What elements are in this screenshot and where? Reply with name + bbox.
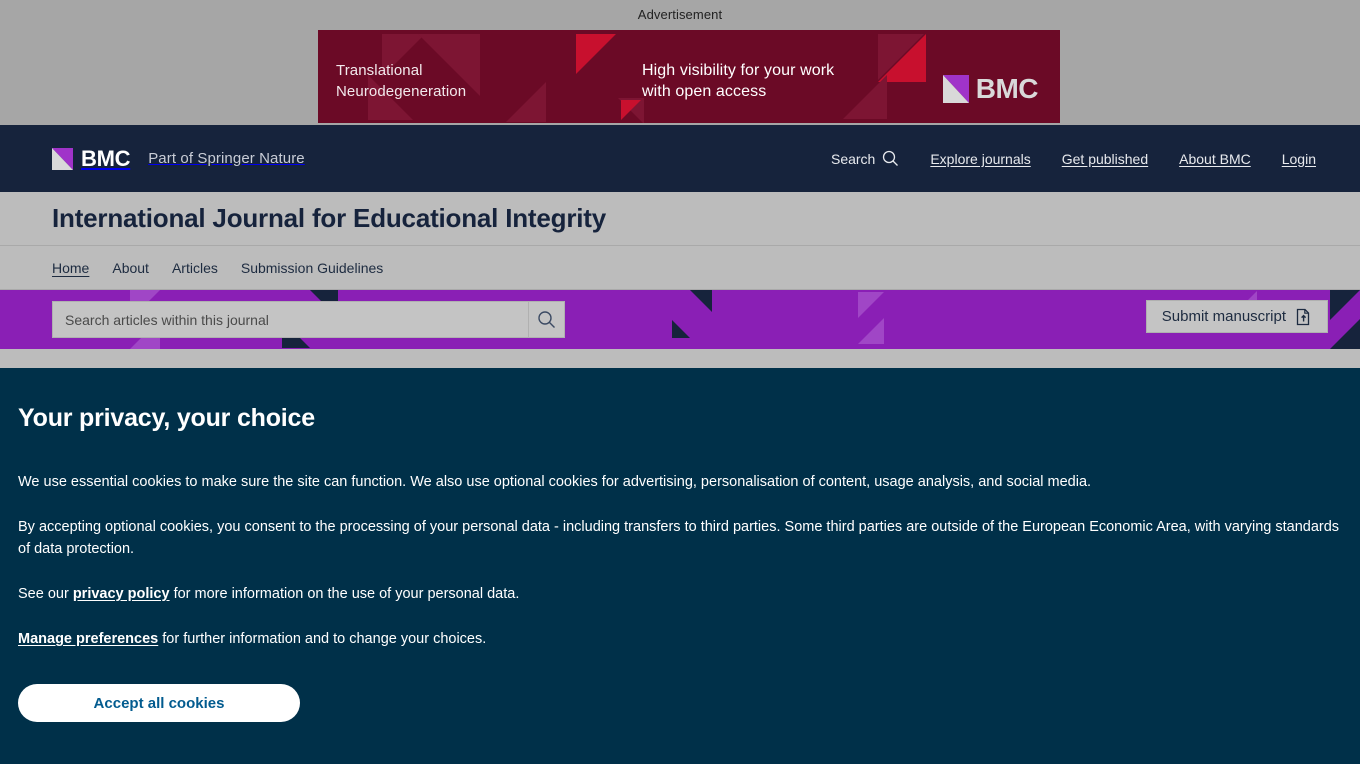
main-nav-links: Search Explore journals Get published Ab… (831, 150, 1316, 167)
ad-journal-name-line2: Neurodegeneration (336, 83, 467, 100)
journal-nav-item-home[interactable]: Home (52, 260, 89, 276)
ad-tagline-line2: with open access (642, 83, 767, 100)
ad-tagline-line1: High visibility for your work (642, 62, 835, 79)
search-submit-button[interactable] (529, 301, 565, 338)
ad-journal-name: Translational Neurodegeneration (336, 60, 466, 102)
band-decor-triangle (672, 320, 690, 338)
nav-link-about-bmc[interactable]: About BMC (1179, 151, 1251, 167)
advertisement-label: Advertisement (637, 7, 723, 22)
bmc-logo-mark-icon (52, 147, 73, 170)
band-decor-triangle (1330, 319, 1360, 349)
band-decor-triangle (858, 292, 884, 318)
ad-decor-triangle (576, 34, 616, 74)
external-link-document-icon (1296, 308, 1310, 325)
cookie-consent-banner: Your privacy, your choice We use essenti… (0, 368, 1360, 764)
journal-title[interactable]: International Journal for Educational In… (52, 203, 606, 234)
privacy-prefix-text: See our (18, 586, 73, 602)
ad-journal-name-line1: Translational (336, 62, 423, 79)
ad-decor-triangle (621, 100, 641, 120)
advertisement-banner[interactable]: Translational Neurodegeneration High vis… (318, 30, 1060, 123)
privacy-suffix-text: for more information on the use of your … (169, 586, 520, 602)
ad-decor-triangle (506, 82, 546, 122)
main-navigation-bar: BMC Part of Springer Nature Search Explo… (0, 125, 1360, 192)
cookie-banner-paragraph-1: We use essential cookies to make sure th… (18, 474, 1092, 490)
privacy-policy-link[interactable]: privacy policy (73, 586, 170, 602)
bmc-wordmark: BMC (81, 145, 131, 171)
journal-nav-item-submission-guidelines[interactable]: Submission Guidelines (241, 260, 383, 276)
ad-decor-triangle (843, 75, 887, 119)
springer-nature-tagline: Part of Springer Nature (148, 150, 305, 167)
journal-search-form (52, 301, 565, 338)
journal-title-bar: International Journal for Educational In… (0, 192, 1360, 246)
search-icon (883, 150, 899, 166)
journal-nav-item-articles[interactable]: Articles (172, 260, 218, 276)
search-toggle-button[interactable]: Search (831, 150, 899, 167)
journal-nav-item-about[interactable]: About (112, 260, 149, 276)
manage-preferences-link[interactable]: Manage preferences (18, 631, 158, 647)
journal-search-band: Submit manuscript (0, 290, 1360, 349)
search-icon (538, 311, 555, 328)
content-gap-strip (0, 349, 1360, 368)
band-decor-triangle (690, 290, 712, 312)
cookie-banner-heading: Your privacy, your choice (18, 404, 315, 432)
cookie-banner-paragraph-2: By accepting optional cookies, you conse… (18, 519, 1340, 557)
journal-navigation: Home About Articles Submission Guideline… (0, 246, 1360, 290)
cookie-banner-privacy-line: See our privacy policy for more informat… (18, 583, 1342, 605)
nav-link-explore-journals[interactable]: Explore journals (930, 151, 1030, 167)
ad-bmc-logo: BMC (942, 73, 1039, 104)
nav-link-get-published[interactable]: Get published (1062, 151, 1148, 167)
submit-manuscript-button[interactable]: Submit manuscript (1145, 300, 1328, 333)
bmc-logo-mark-icon (942, 75, 969, 103)
accept-all-cookies-button[interactable]: Accept all cookies (18, 684, 300, 722)
band-decor-triangle (858, 318, 884, 344)
cookie-banner-manage-line: Manage preferences for further informati… (18, 628, 1342, 650)
manage-preferences-suffix-text: for further information and to change yo… (158, 631, 487, 647)
search-label: Search (830, 150, 876, 167)
advertisement-strip: Advertisement Translational Neurodegener… (0, 0, 1360, 125)
band-decor-triangle (1330, 290, 1360, 320)
search-input[interactable] (52, 301, 529, 338)
ad-tagline: High visibility for your work with open … (642, 60, 834, 102)
nav-link-login[interactable]: Login (1282, 151, 1316, 167)
ad-bmc-wordmark: BMC (975, 73, 1039, 104)
submit-manuscript-label: Submit manuscript (1161, 308, 1286, 325)
bmc-home-link[interactable]: BMC Part of Springer Nature (52, 146, 305, 172)
